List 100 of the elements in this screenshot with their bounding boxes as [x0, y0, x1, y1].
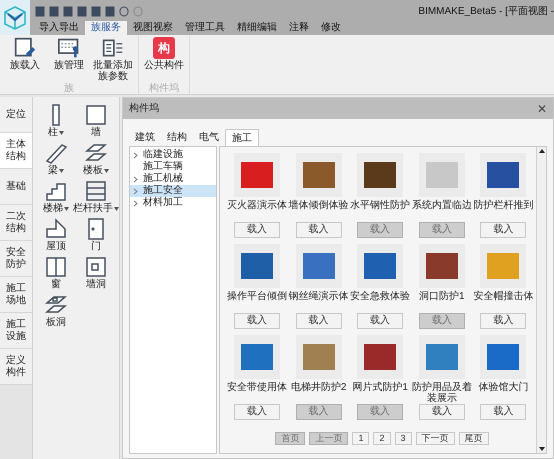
component-name: 操作平台倾倒 [227, 291, 287, 304]
pagination-button[interactable]: 下一页 [416, 432, 455, 445]
component-thumbnail[interactable] [480, 153, 526, 197]
component-name: 水平钢性防护 [350, 200, 410, 213]
side-tab[interactable]: 主体结构 [0, 133, 32, 169]
load-button[interactable]: 载入 [357, 313, 404, 329]
category-tab[interactable]: 结构 [161, 129, 193, 146]
tool-button[interactable]: 屋顶 [36, 217, 76, 252]
side-tab[interactable]: 基础 [0, 169, 32, 205]
side-tab[interactable]: 安全防护 [0, 241, 32, 277]
pagination-button[interactable]: 2 [373, 432, 390, 445]
component-thumbnail[interactable] [234, 153, 280, 197]
component-thumbnail[interactable] [357, 244, 404, 288]
side-tab[interactable]: 施工场地 [0, 277, 32, 313]
pagination-button[interactable]: 尾页 [458, 432, 489, 445]
tool-button[interactable]: 柱 [36, 103, 76, 138]
component-thumbnail[interactable] [480, 244, 526, 288]
ribbon-group-label: 构件坞 [148, 83, 180, 94]
side-tab[interactable]: 二次结构 [0, 205, 32, 241]
window-tool-icon [44, 255, 68, 279]
dropdown-caret-icon [114, 206, 119, 210]
tool-button[interactable]: 板洞 [36, 293, 76, 328]
category-tab[interactable]: 施工 [225, 129, 259, 146]
side-tab[interactable]: 定义构件 [0, 349, 32, 385]
dropdown-caret-icon [59, 168, 64, 172]
cube-logo-icon [4, 6, 26, 30]
pagination-button[interactable]: 1 [352, 432, 370, 445]
category-tab[interactable]: 电气 [193, 129, 225, 146]
component-name: 网片式防护1 [351, 382, 409, 395]
load-button[interactable]: 载入 [480, 313, 526, 329]
scroll-down-icon[interactable] [538, 447, 544, 451]
component-thumbnail[interactable] [234, 244, 280, 288]
component-thumbnail[interactable] [418, 153, 465, 197]
tree-item[interactable]: 材料加工 [130, 197, 216, 209]
ribbon-tab[interactable]: 管理工具 [179, 21, 231, 35]
window-title: BIMMAKE_Beta5 - [平面视图 - [418, 4, 554, 18]
component-name: 墙体倾倒体验 [288, 200, 349, 213]
load-button[interactable]: 载入 [296, 313, 342, 329]
component-thumbnail[interactable] [296, 335, 342, 379]
pagination-button[interactable]: 3 [394, 432, 412, 445]
wall-tool-icon [84, 103, 108, 127]
component-name: 安全帽撞击体 [473, 291, 534, 304]
component-thumbnail[interactable] [357, 153, 404, 197]
ribbon-tab[interactable]: 注释 [283, 21, 315, 35]
load-button[interactable]: 载入 [296, 222, 342, 238]
load-button[interactable]: 载入 [234, 313, 280, 329]
ribbon-tab[interactable]: 精细编辑 [231, 21, 283, 35]
ribbon-tab[interactable]: 族服务 [85, 21, 127, 35]
component-thumbnail[interactable] [234, 335, 280, 379]
load-button[interactable]: 载入 [234, 222, 280, 238]
load-button[interactable]: 载入 [480, 404, 526, 420]
load-button[interactable]: 载入 [418, 404, 465, 420]
component-thumbnail[interactable] [418, 244, 465, 288]
tree-item[interactable]: 临建设施 [130, 149, 216, 161]
beam-tool-icon [44, 141, 68, 165]
component-name: 防护栏杆推到 [473, 200, 534, 213]
component-thumbnail[interactable] [296, 244, 342, 288]
component-name: 钢丝绳演示体 [288, 291, 349, 304]
side-tab[interactable]: 定位 [0, 97, 32, 133]
list-table-icon [102, 37, 124, 59]
component-name: 安全急救体验 [350, 291, 410, 304]
component-name: 电梯井防护2 [290, 382, 348, 395]
ribbon-tab[interactable]: 修改 [315, 21, 347, 35]
component-name: 系统内置临边 [412, 200, 472, 213]
component-thumbnail[interactable] [357, 335, 404, 379]
railing-tool-icon [84, 179, 108, 203]
tree-item[interactable]: 施工机械 [130, 173, 216, 185]
load-button[interactable]: 载入 [480, 222, 526, 238]
tree-item[interactable]: 施工安全 [130, 185, 216, 197]
component-name: 洞口防护1 [418, 291, 466, 304]
scrollbar[interactable] [536, 147, 546, 453]
component-name: 灭火器演示体 [227, 200, 287, 213]
close-button[interactable]: ✕ [537, 102, 547, 114]
tool-button[interactable]: 门 [76, 217, 116, 252]
side-tab[interactable]: 施工设施 [0, 313, 32, 349]
component-thumbnail[interactable] [418, 335, 465, 379]
tool-button[interactable]: 窗 [36, 255, 76, 290]
dropdown-caret-icon [64, 206, 69, 210]
scroll-up-icon[interactable] [538, 149, 544, 153]
tool-button[interactable]: 墙 [76, 103, 116, 138]
tree-item[interactable]: 施工车辆 [130, 161, 216, 173]
tool-button[interactable]: 楼板 [76, 141, 116, 176]
load-button[interactable]: 载入 [234, 404, 280, 420]
ribbon-button[interactable]: 族载入 [4, 37, 46, 83]
component-thumbnail[interactable] [480, 335, 526, 379]
expand-chevron-icon [133, 152, 138, 158]
category-tab[interactable]: 建筑 [129, 129, 161, 146]
ribbon-tab[interactable]: 导入导出 [33, 21, 85, 35]
ribbon-tab[interactable]: 视图视察 [127, 21, 179, 35]
ribbon-button[interactable]: 族管理 [48, 37, 90, 83]
tool-button[interactable]: 墙洞 [76, 255, 116, 290]
component-thumbnail[interactable] [296, 153, 342, 197]
grid-key-icon [58, 37, 80, 59]
ribbon-button[interactable]: 批量添加族参数 [92, 37, 134, 83]
component-name: 安全带使用体 [227, 382, 287, 395]
app-logo[interactable] [0, 0, 30, 35]
component-name: 体验馆大门 [477, 382, 530, 395]
tool-button[interactable]: 梁 [36, 141, 76, 176]
roof-tool-icon [44, 217, 68, 241]
ribbon-button[interactable]: 构 公共构件 [143, 37, 185, 83]
